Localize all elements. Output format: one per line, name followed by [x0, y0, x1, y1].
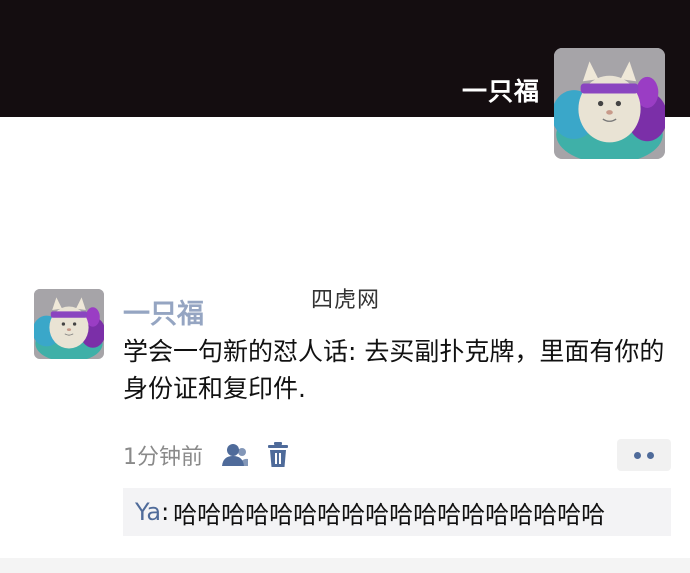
- cat-avatar-image: [34, 289, 104, 359]
- comment-item[interactable]: Ya : 哈哈哈哈哈哈哈哈哈哈哈哈哈哈哈哈哈哈: [123, 488, 671, 536]
- divider: [0, 558, 690, 573]
- trash-icon[interactable]: [267, 442, 289, 468]
- more-dots-icon: [634, 451, 641, 459]
- profile-avatar[interactable]: [554, 48, 665, 159]
- comment-text: 哈哈哈哈哈哈哈哈哈哈哈哈哈哈哈哈哈哈: [173, 500, 606, 529]
- profile-name: 一只福: [461, 77, 540, 106]
- comment-author[interactable]: Ya: [135, 498, 161, 526]
- post-timestamp: 1分钟前: [123, 445, 203, 470]
- comment-separator: :: [161, 498, 170, 526]
- more-options-button[interactable]: [617, 439, 671, 471]
- post-author-avatar[interactable]: [34, 289, 104, 359]
- cat-avatar-image: [554, 48, 665, 159]
- watermark: 四虎网: [311, 288, 381, 313]
- post-author-name[interactable]: 一只福: [123, 292, 204, 331]
- post-meta: 1分钟前: [123, 440, 289, 470]
- post-text: 学会一句新的怼人话: 去买副扑克牌，里面有你的身份证和复印件.: [123, 337, 665, 403]
- more-dots-icon: [647, 451, 654, 459]
- person-icon[interactable]: [221, 442, 249, 468]
